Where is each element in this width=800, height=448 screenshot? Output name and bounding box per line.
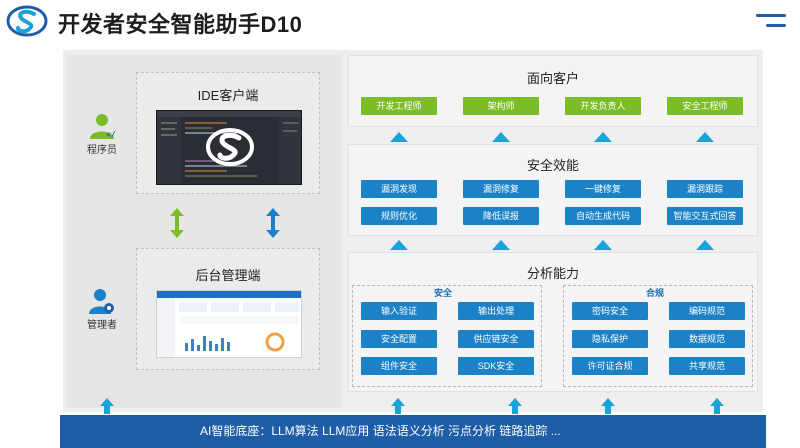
up-arrow-icon (390, 132, 408, 142)
efficiency-interactive-answer: 智能交互式回答 (667, 207, 743, 225)
page-title: 开发者安全智能助手D10 (58, 12, 303, 37)
customers-panel: 面向客户 (348, 55, 758, 127)
up-arrow-icon (594, 240, 612, 250)
up-arrow-icon (492, 132, 510, 142)
customer-architect: 架构师 (463, 97, 539, 115)
programmer-icon: </> (90, 114, 115, 139)
compliance-group-title: 合规 (646, 288, 665, 298)
admin-role: 管理者 (76, 288, 128, 331)
ai-foundation-text: AI智能底座：LLM算法 LLM应用 语法语义分析 污点分析 链路追踪 ... (200, 424, 561, 438)
svg-text:</>: </> (106, 130, 115, 139)
up-arrow-icon (601, 398, 615, 414)
efficiency-reduce-false-positive: 降低误报 (463, 207, 539, 225)
security-output-handling: 输出处理 (458, 302, 534, 320)
efficiency-title: 安全效能 (526, 158, 579, 173)
efficiency-vuln-tracking: 漏洞跟踪 (667, 180, 743, 198)
customer-security-engineer: 安全工程师 (667, 97, 743, 115)
sync-arrow-blue-icon (266, 208, 280, 238)
sync-arrow-green-icon (170, 208, 184, 238)
up-arrow-icon (492, 240, 510, 250)
ai-foundation-bar: AI智能底座：LLM算法 LLM应用 语法语义分析 污点分析 链路追踪 ... (60, 415, 766, 448)
up-arrow-icon (696, 132, 714, 142)
programmer-label: 程序员 (87, 145, 117, 156)
compliance-data-standard: 数据规范 (669, 330, 745, 348)
compliance-privacy: 隐私保护 (572, 330, 648, 348)
admin-screenshot (156, 290, 302, 358)
customer-developer: 开发工程师 (361, 97, 437, 115)
admin-backend-title: 后台管理端 (195, 268, 261, 283)
security-sdk: SDK安全 (458, 357, 534, 375)
security-component: 组件安全 (361, 357, 437, 375)
programmer-role: </> 程序员 (76, 113, 128, 156)
security-group-title: 安全 (434, 288, 453, 298)
efficiency-vuln-fix: 漏洞修复 (463, 180, 539, 198)
compliance-license: 许可证合规 (572, 357, 648, 375)
up-arrow-icon (508, 398, 522, 414)
up-arrow-icon (710, 398, 724, 414)
compliance-crypto: 密码安全 (572, 302, 648, 320)
efficiency-rule-optimize: 规则优化 (361, 207, 437, 225)
up-arrow-icon (100, 398, 114, 414)
ide-client-title: IDE客户端 (197, 88, 259, 103)
security-config: 安全配置 (361, 330, 437, 348)
admin-label: 管理者 (87, 320, 117, 331)
logo-shield-icon (6, 5, 48, 37)
efficiency-auto-codegen: 自动生成代码 (565, 207, 641, 225)
up-arrow-icon (390, 240, 408, 250)
customers-title: 面向客户 (526, 71, 579, 86)
menu-icon[interactable] (756, 14, 786, 32)
analysis-title: 分析能力 (526, 266, 579, 281)
security-supply-chain: 供应链安全 (458, 330, 534, 348)
efficiency-one-click-fix: 一键修复 (565, 180, 641, 198)
up-arrow-icon (594, 132, 612, 142)
ide-screenshot (156, 110, 302, 185)
efficiency-vuln-discovery: 漏洞发现 (361, 180, 437, 198)
compliance-sharing: 共享规范 (669, 357, 745, 375)
security-input-validation: 输入验证 (361, 302, 437, 320)
up-arrow-icon (696, 240, 714, 250)
compliance-coding-standard: 编码规范 (669, 302, 745, 320)
customer-dev-lead: 开发负责人 (565, 97, 641, 115)
up-arrow-icon (391, 398, 405, 414)
admin-gear-icon (89, 289, 114, 314)
